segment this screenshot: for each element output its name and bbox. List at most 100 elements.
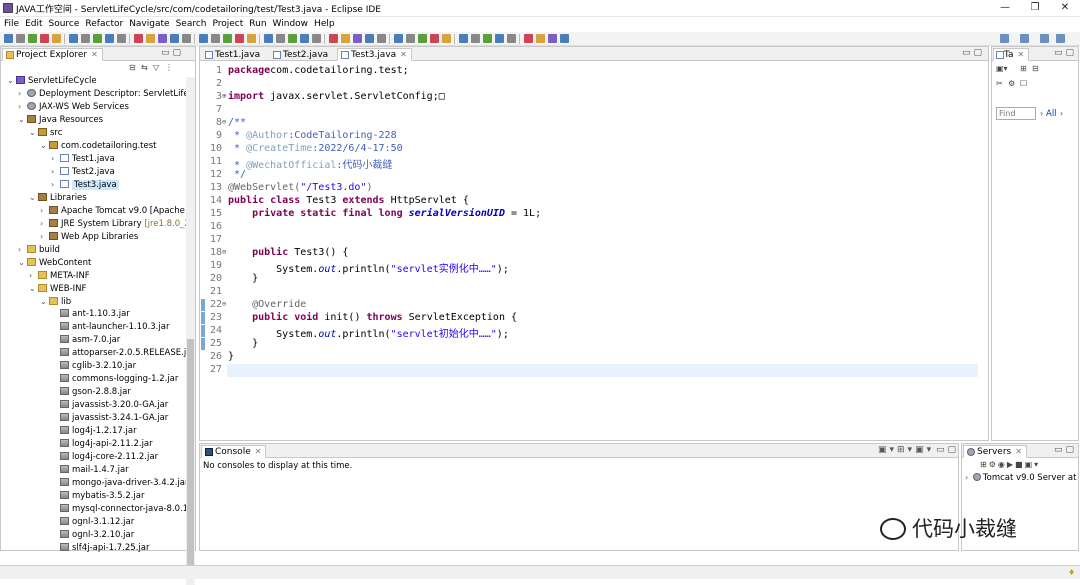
categorize-icon[interactable]: ⊞ xyxy=(1020,64,1027,73)
tree-item[interactable]: log4j-1.2.17.jar xyxy=(51,425,137,438)
tree-item[interactable]: cglib-3.2.10.jar xyxy=(51,360,136,373)
fold-toggle-icon[interactable]: ⊕ xyxy=(222,92,226,100)
menu-file[interactable]: File xyxy=(0,17,22,31)
close-icon[interactable]: ✕ xyxy=(1015,447,1022,456)
toolbar-button-icon[interactable] xyxy=(28,34,37,43)
toolbar-button-icon[interactable] xyxy=(300,34,309,43)
tree-item[interactable]: ognl-3.2.10.jar xyxy=(51,529,134,542)
expand-icon[interactable]: ⌄ xyxy=(18,256,27,269)
toolbar-button-icon[interactable] xyxy=(312,34,321,43)
tab-test1-java[interactable]: Test1.java xyxy=(201,48,265,61)
tree-item[interactable]: › Test2.java xyxy=(51,165,115,178)
toolbar-button-icon[interactable] xyxy=(170,34,179,43)
filter-all-link[interactable]: All xyxy=(1046,109,1057,119)
toolbar-button-icon[interactable] xyxy=(117,34,126,43)
tree-item[interactable]: attoparser-2.0.5.RELEASE.ja xyxy=(51,347,191,360)
expand-icon[interactable]: › xyxy=(18,87,27,100)
toolbar-button-icon[interactable] xyxy=(264,34,273,43)
tree-item[interactable]: ⌄ WEB-INF xyxy=(29,282,86,295)
tree-item[interactable]: mongo-java-driver-3.4.2.jar xyxy=(51,477,189,490)
tree-item[interactable]: mysql-connector-java-8.0.1 xyxy=(51,503,188,516)
more-icon[interactable]: › xyxy=(1060,109,1063,118)
delete-completed-icon[interactable]: ✂ xyxy=(996,79,1003,88)
close-icon[interactable]: ✕ xyxy=(1018,50,1025,59)
tree-item[interactable]: log4j-api-2.11.2.jar xyxy=(51,438,153,451)
tree-item[interactable]: mail-1.4.7.jar xyxy=(51,464,129,477)
link-editor-icon[interactable]: ⇆ xyxy=(141,63,148,72)
tab-servers[interactable]: Servers ✕ xyxy=(963,445,1027,458)
task-find-input[interactable] xyxy=(996,107,1036,120)
scrollbar-thumb[interactable] xyxy=(187,339,194,579)
expand-icon[interactable]: ⌄ xyxy=(7,74,16,87)
toolbar-button-icon[interactable] xyxy=(365,34,374,43)
tree-item[interactable]: › build xyxy=(18,243,60,256)
perspective-icon[interactable] xyxy=(1020,34,1029,43)
tree-item[interactable]: ⌄ Libraries xyxy=(29,191,87,204)
toolbar-button-icon[interactable] xyxy=(353,34,362,43)
tree-item[interactable]: ant-launcher-1.10.3.jar xyxy=(51,321,169,334)
toolbar-button-icon[interactable] xyxy=(105,34,114,43)
tree-item[interactable]: slf4j-api-1.7.25.jar xyxy=(51,542,149,555)
tree-item[interactable]: ⌄ com.codetailoring.test xyxy=(40,139,156,152)
toolbar-button-icon[interactable] xyxy=(134,34,143,43)
toolbar-button-icon[interactable] xyxy=(69,34,78,43)
tree-item[interactable]: javassist-3.24.1-GA.jar xyxy=(51,412,168,425)
code-area[interactable]: 1 packagecom.codetailoring.test; 2 3 ⊕ import… xyxy=(200,63,988,440)
toolbar-button-icon[interactable] xyxy=(560,34,569,43)
sync-icon[interactable]: ☐ xyxy=(1020,79,1027,88)
toolbar-button-icon[interactable] xyxy=(146,34,155,43)
toolbar-button-icon[interactable] xyxy=(52,34,61,43)
menu-help[interactable]: Help xyxy=(311,17,338,31)
menu-window[interactable]: Window xyxy=(270,17,312,31)
tree-item[interactable]: ognl-3.1.12.jar xyxy=(51,516,134,529)
menu-edit[interactable]: Edit xyxy=(22,17,45,31)
minimize-maximize-icon[interactable]: ▭▢ xyxy=(962,48,985,58)
expand-icon[interactable]: › xyxy=(18,100,27,113)
expand-icon[interactable]: › xyxy=(40,217,49,230)
menu-source[interactable]: Source xyxy=(46,17,83,31)
toolbar-button-icon[interactable] xyxy=(4,34,13,43)
toolbar-button-icon[interactable] xyxy=(394,34,403,43)
toolbar-button-icon[interactable] xyxy=(247,34,256,43)
toolbar-button-icon[interactable] xyxy=(524,34,533,43)
tab-task-list[interactable]: Ta ✕ xyxy=(993,48,1030,61)
toolbar-button-icon[interactable] xyxy=(536,34,545,43)
expand-icon[interactable]: › xyxy=(51,152,60,165)
close-icon[interactable]: ✕ xyxy=(255,447,262,456)
expand-icon[interactable]: ⌄ xyxy=(18,113,27,126)
close-button[interactable]: ✕ xyxy=(1050,0,1080,17)
toolbar-button-icon[interactable] xyxy=(158,34,167,43)
toolbar-button-icon[interactable] xyxy=(40,34,49,43)
menu-navigate[interactable]: Navigate xyxy=(126,17,172,31)
tree-item[interactable]: commons-logging-1.2.jar xyxy=(51,373,178,386)
view-menu-icon[interactable]: ⋮ xyxy=(165,63,173,72)
tree-item[interactable]: › Web App Libraries xyxy=(40,230,138,243)
tree-item[interactable]: › Test3.java xyxy=(51,178,119,191)
toolbar-button-icon[interactable] xyxy=(495,34,504,43)
perspective-icon[interactable] xyxy=(1040,34,1049,43)
minimize-maximize-icon[interactable]: ▭▢ xyxy=(161,48,184,58)
tree-item[interactable]: ⌄ WebContent xyxy=(18,256,91,269)
toolbar-button-icon[interactable] xyxy=(276,34,285,43)
server-item[interactable]: › Tomcat v9.0 Server at xyxy=(965,473,1076,483)
expand-icon[interactable]: ⌄ xyxy=(29,126,38,139)
expand-icon[interactable]: ⌄ xyxy=(29,282,38,295)
expand-icon[interactable]: › xyxy=(40,204,49,217)
tab-test3-java[interactable]: Test3.java ✕ xyxy=(337,48,412,61)
expand-icon[interactable]: › xyxy=(40,230,49,243)
toolbar-button-icon[interactable] xyxy=(418,34,427,43)
expand-icon[interactable]: ⌄ xyxy=(40,295,49,308)
arrow-right-icon[interactable]: › xyxy=(1040,109,1043,118)
expand-icon[interactable]: ⌄ xyxy=(29,191,38,204)
toolbar-button-icon[interactable] xyxy=(459,34,468,43)
menu-search[interactable]: Search xyxy=(173,17,210,31)
toolbar-button-icon[interactable] xyxy=(211,34,220,43)
tree-scrollbar[interactable] xyxy=(186,77,195,585)
tree-item[interactable]: › Deployment Descriptor: ServletLifec xyxy=(18,87,193,100)
tree-item[interactable]: › JAX-WS Web Services xyxy=(18,100,129,113)
close-icon[interactable]: ✕ xyxy=(400,50,407,59)
tree-item[interactable]: › JRE System Library [jre1.8.0_25 xyxy=(40,217,195,230)
toolbar-button-icon[interactable] xyxy=(483,34,492,43)
minimize-maximize-icon[interactable]: ▭▢ xyxy=(1054,445,1077,455)
tab-console[interactable]: Console ✕ xyxy=(201,445,267,458)
